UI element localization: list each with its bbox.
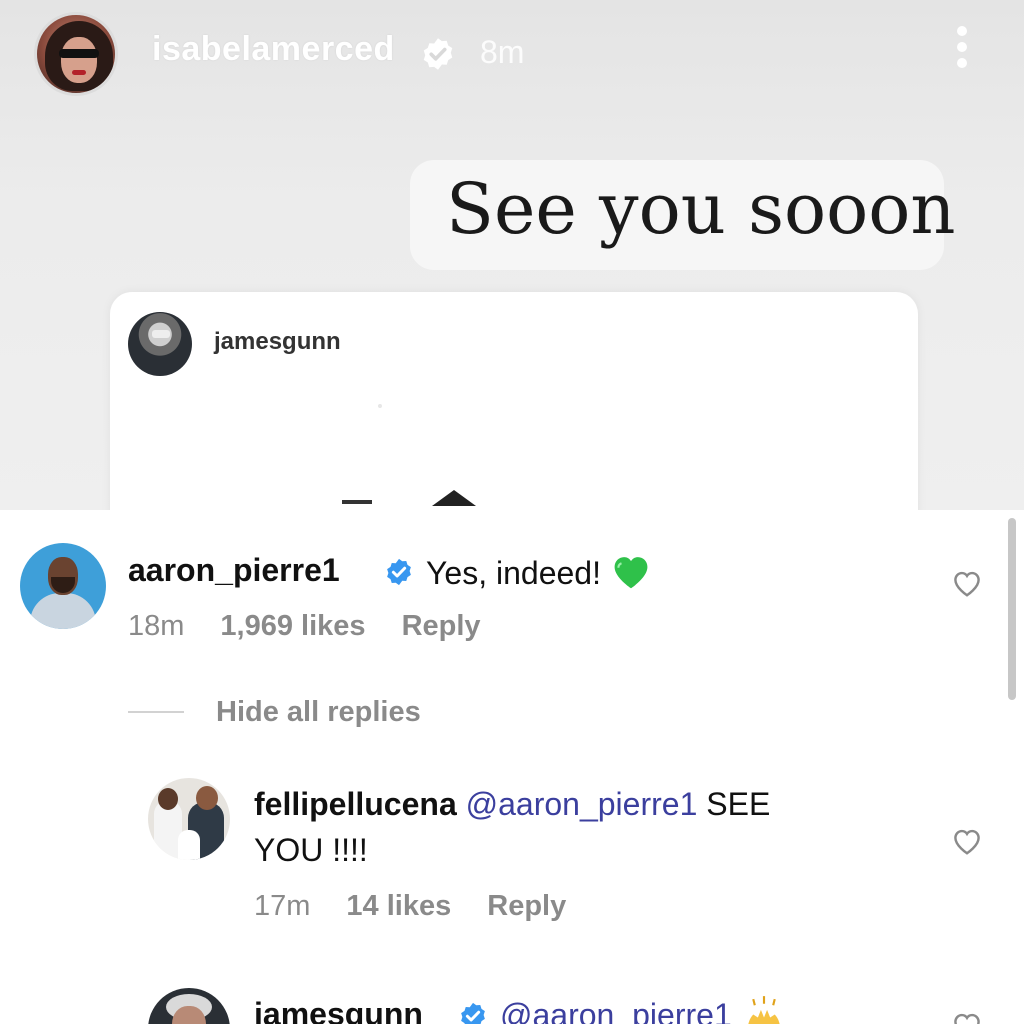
like-heart-icon[interactable] (950, 1010, 984, 1024)
comment-text-body: Yes, indeed! (426, 555, 601, 591)
green-heart-icon (614, 557, 648, 589)
verified-badge-icon (423, 38, 453, 70)
like-heart-icon[interactable] (950, 568, 984, 598)
reply-text-rest: SEE (706, 786, 771, 822)
comment-likes[interactable]: 1,969 likes (220, 610, 365, 642)
hide-replies-button[interactable]: Hide all replies (216, 696, 421, 729)
story-author-avatar[interactable] (34, 12, 118, 96)
verified-badge-icon (461, 1002, 485, 1024)
comment-time: 18m (128, 610, 185, 642)
scrollbar[interactable] (1008, 518, 1016, 700)
shared-post-username[interactable]: jamesgunn (214, 328, 341, 356)
shared-post-graphic (342, 500, 372, 504)
avatar-jamesgunn[interactable] (148, 988, 230, 1024)
comments-panel: aaron_pierre1 Yes, indeed! 18m 1,969 like… (0, 510, 1024, 1024)
comment-meta: 18m 1,969 likes Reply (128, 610, 481, 643)
replies-divider (128, 711, 184, 713)
reply-button[interactable]: Reply (487, 890, 566, 922)
reply-mention[interactable]: @aaron_pierre1 (500, 997, 732, 1024)
avatar-fellipellucena[interactable] (148, 778, 230, 860)
reply-text-line2: YOU !!!! (254, 832, 368, 868)
like-heart-icon[interactable] (950, 826, 984, 856)
raising-hands-icon (747, 996, 780, 1024)
shared-post-graphic-triangle (432, 490, 476, 506)
reply-mention-line: @aaron_pierre1 (500, 996, 787, 1024)
comment-text: Yes, indeed! (426, 552, 652, 592)
shared-post-card[interactable]: jamesgunn (110, 292, 918, 510)
reply-button[interactable]: Reply (402, 610, 481, 642)
shared-post-dot (378, 404, 382, 408)
reply-meta: 17m 14 likes Reply (254, 890, 566, 923)
reply-likes[interactable]: 14 likes (346, 890, 451, 922)
story-author-username[interactable]: isabelamerced (152, 30, 395, 69)
shared-post-avatar[interactable] (128, 312, 192, 376)
story-caption: See you sooon (446, 168, 956, 250)
avatar-aaron-pierre1[interactable] (20, 543, 106, 629)
reply-mention[interactable]: @aaron_pierre1 (466, 786, 698, 822)
more-options-icon[interactable] (952, 26, 972, 76)
reply-time: 17m (254, 890, 311, 922)
reply-username[interactable]: fellipellucena (254, 786, 457, 822)
comment-username[interactable]: aaron_pierre1 (128, 552, 340, 589)
reply-username[interactable]: jamesgunn (254, 996, 423, 1024)
story-timestamp: 8m (480, 34, 525, 70)
verified-badge-icon (387, 558, 411, 586)
reply-text-line1: fellipellucena @aaron_pierre1 SEE (254, 786, 770, 823)
reply-text-line1: jamesgunn (254, 996, 423, 1024)
story-viewer: isabelamerced 8m See you sooon jamesgunn (0, 0, 1024, 510)
